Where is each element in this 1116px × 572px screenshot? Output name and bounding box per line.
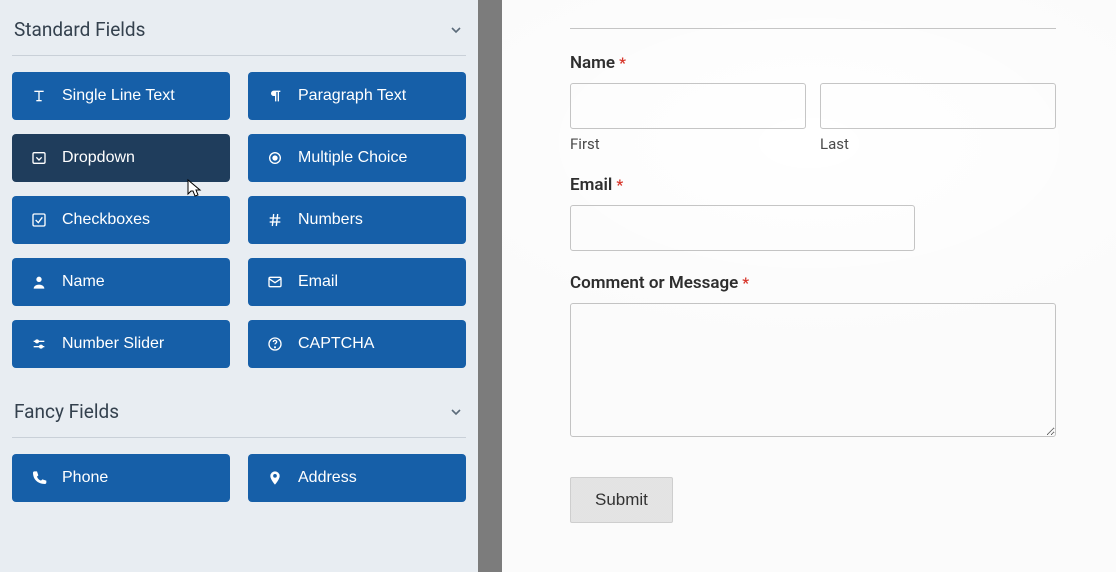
field-paragraph-text[interactable]: Paragraph Text — [248, 72, 466, 120]
field-label: Numbers — [298, 211, 363, 229]
field-label: Dropdown — [62, 149, 135, 167]
field-captcha[interactable]: CAPTCHA — [248, 320, 466, 368]
last-name-input[interactable] — [820, 83, 1056, 129]
field-label: Phone — [62, 469, 108, 487]
form-field-email: Email * — [570, 175, 1056, 251]
field-single-line-text[interactable]: Single Line Text — [12, 72, 230, 120]
field-numbers[interactable]: Numbers — [248, 196, 466, 244]
text-icon — [30, 88, 48, 104]
field-label: Number Slider — [62, 335, 164, 353]
form-preview: Name * First Last Email * — [502, 0, 1116, 572]
required-marker: * — [619, 54, 626, 72]
field-number-slider[interactable]: Number Slider — [12, 320, 230, 368]
paragraph-icon — [266, 88, 284, 104]
section-title: Fancy Fields — [14, 400, 119, 423]
field-label: Single Line Text — [62, 87, 175, 105]
form-field-name: Name * First Last — [570, 53, 1056, 153]
dropdown-icon — [30, 150, 48, 166]
first-sub-label: First — [570, 135, 806, 153]
hash-icon — [266, 212, 284, 228]
form-field-message: Comment or Message * — [570, 273, 1056, 441]
section-header-standard-fields[interactable]: Standard Fields — [12, 12, 466, 56]
field-label: Checkboxes — [62, 211, 150, 229]
required-marker: * — [616, 176, 623, 194]
field-label: Paragraph Text — [298, 87, 406, 105]
field-address[interactable]: Address — [248, 454, 466, 502]
last-sub-label: Last — [820, 135, 1056, 153]
user-icon — [30, 274, 48, 290]
sliders-icon — [30, 336, 48, 352]
field-label: Multiple Choice — [298, 149, 407, 167]
phone-icon — [30, 470, 48, 486]
first-name-input[interactable] — [570, 83, 806, 129]
field-name[interactable]: Name — [12, 258, 230, 306]
field-phone[interactable]: Phone — [12, 454, 230, 502]
fancy-fields-grid: Phone Address — [12, 454, 466, 502]
field-label: Email — [298, 273, 338, 291]
divider-strip — [478, 0, 502, 572]
message-label: Comment or Message — [570, 273, 738, 293]
message-textarea[interactable] — [570, 303, 1056, 437]
mail-icon — [266, 274, 284, 290]
chevron-down-icon — [448, 404, 464, 420]
email-label: Email — [570, 175, 612, 195]
field-multiple-choice[interactable]: Multiple Choice — [248, 134, 466, 182]
standard-fields-grid: Single Line Text Paragraph Text Dropdown… — [12, 72, 466, 368]
section-header-fancy-fields[interactable]: Fancy Fields — [12, 394, 466, 438]
field-email[interactable]: Email — [248, 258, 466, 306]
radio-icon — [266, 150, 284, 166]
required-marker: * — [742, 274, 749, 292]
fields-sidebar: Standard Fields Single Line Text Paragra… — [0, 0, 478, 572]
field-label: Address — [298, 469, 357, 487]
help-icon — [266, 336, 284, 352]
field-label: CAPTCHA — [298, 335, 374, 353]
name-label: Name — [570, 53, 615, 73]
field-label: Name — [62, 273, 105, 291]
chevron-down-icon — [448, 22, 464, 38]
field-checkboxes[interactable]: Checkboxes — [12, 196, 230, 244]
check-icon — [30, 212, 48, 228]
submit-button[interactable]: Submit — [570, 477, 673, 523]
field-dropdown[interactable]: Dropdown — [12, 134, 230, 182]
divider — [570, 28, 1056, 29]
section-title: Standard Fields — [14, 18, 145, 41]
pin-icon — [266, 470, 284, 486]
email-input[interactable] — [570, 205, 915, 251]
